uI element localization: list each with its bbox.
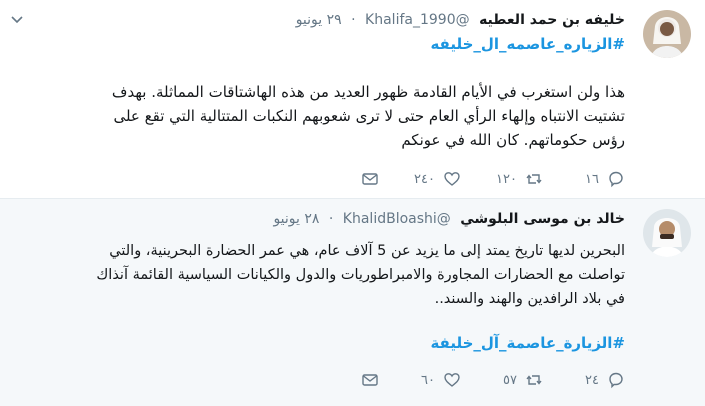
tweet-text-line: في بلاد الرافدين والهند والسند.. xyxy=(434,291,625,307)
avatar[interactable] xyxy=(643,10,691,58)
tweet-card[interactable]: خليفه بن حمد العطيه @Khalifa_1990 · ٢٩ ي… xyxy=(0,0,705,199)
reply-button[interactable]: ١٦ xyxy=(543,170,625,188)
tweet-text-line: البحرين لديها تاريخ يمتد إلى ما يزيد عن … xyxy=(109,243,625,259)
tweet-actions: ١٦ ١٢٠ ٢٤٠ xyxy=(297,170,625,188)
like-icon xyxy=(444,172,460,186)
tweet-card[interactable]: خالد بن موسى البلوشي @KhalidBloashi · ٢٨… xyxy=(0,199,705,406)
avatar[interactable] xyxy=(643,209,691,257)
direct-message-button[interactable] xyxy=(297,371,379,389)
reply-icon xyxy=(609,372,623,389)
tweet-text-line: رؤس حكوماتهم. كان الله في عونكم xyxy=(401,131,625,149)
reply-icon xyxy=(609,171,623,188)
user-handle[interactable]: @Khalifa_1990 xyxy=(365,12,470,28)
like-button[interactable]: ٦٠ xyxy=(379,371,461,389)
display-name[interactable]: خالد بن موسى البلوشي xyxy=(460,211,625,227)
user-handle[interactable]: @KhalidBloashi xyxy=(343,211,451,227)
tweet-text: البحرين لديها تاريخ يمتد إلى ما يزيد عن … xyxy=(20,239,625,311)
reply-count: ١٦ xyxy=(585,171,599,187)
tweet-actions: ٢٤ ٥٧ ٦٠ xyxy=(297,371,625,389)
like-count: ٢٤٠ xyxy=(414,171,435,187)
tweet-text-line: تواصلت مع الحضارات المجاورة والامبراطوري… xyxy=(96,267,625,283)
timeline-feed: خليفه بن حمد العطيه @Khalifa_1990 · ٢٩ ي… xyxy=(0,0,705,406)
tweet-date[interactable]: ٢٩ يونيو xyxy=(296,12,342,28)
tweet-date[interactable]: ٢٨ يونيو xyxy=(273,211,319,227)
tweet-text-line: هذا ولن استغرب في الأيام القادمة ظهور ال… xyxy=(111,83,625,101)
chevron-down-icon[interactable] xyxy=(10,12,24,26)
hashtag-link[interactable]: #الزيارة_عاصمة_آل_خليفة xyxy=(430,334,625,352)
retweet-button[interactable]: ١٢٠ xyxy=(461,170,543,188)
like-button[interactable]: ٢٤٠ xyxy=(379,170,461,188)
retweet-button[interactable]: ٥٧ xyxy=(461,371,543,389)
tweet-text-line: تشتيت الانتباه وإلهاء الرأي العام حتى لا… xyxy=(113,107,625,125)
retweet-icon xyxy=(526,375,542,385)
like-icon xyxy=(444,373,460,387)
retweet-count: ٥٧ xyxy=(503,372,517,388)
direct-message-button[interactable] xyxy=(297,170,379,188)
hashtag-link[interactable]: #الزياره_عاصمه_ال_خليفه xyxy=(430,35,625,53)
reply-count: ٢٤ xyxy=(585,372,599,388)
tweet-text: هذا ولن استغرب في الأيام القادمة ظهور ال… xyxy=(20,80,625,152)
display-name[interactable]: خليفه بن حمد العطيه xyxy=(479,12,625,28)
separator-dot: · xyxy=(351,12,356,28)
like-count: ٦٠ xyxy=(421,372,435,388)
tweet-header: خليفه بن حمد العطيه @Khalifa_1990 · ٢٩ ي… xyxy=(296,10,625,30)
message-icon xyxy=(362,374,378,386)
retweet-count: ١٢٠ xyxy=(496,171,517,187)
tweet-header: خالد بن موسى البلوشي @KhalidBloashi · ٢٨… xyxy=(273,209,625,229)
reply-button[interactable]: ٢٤ xyxy=(543,371,625,389)
retweet-icon xyxy=(526,174,542,184)
message-icon xyxy=(362,173,378,185)
separator-dot: · xyxy=(328,211,334,227)
